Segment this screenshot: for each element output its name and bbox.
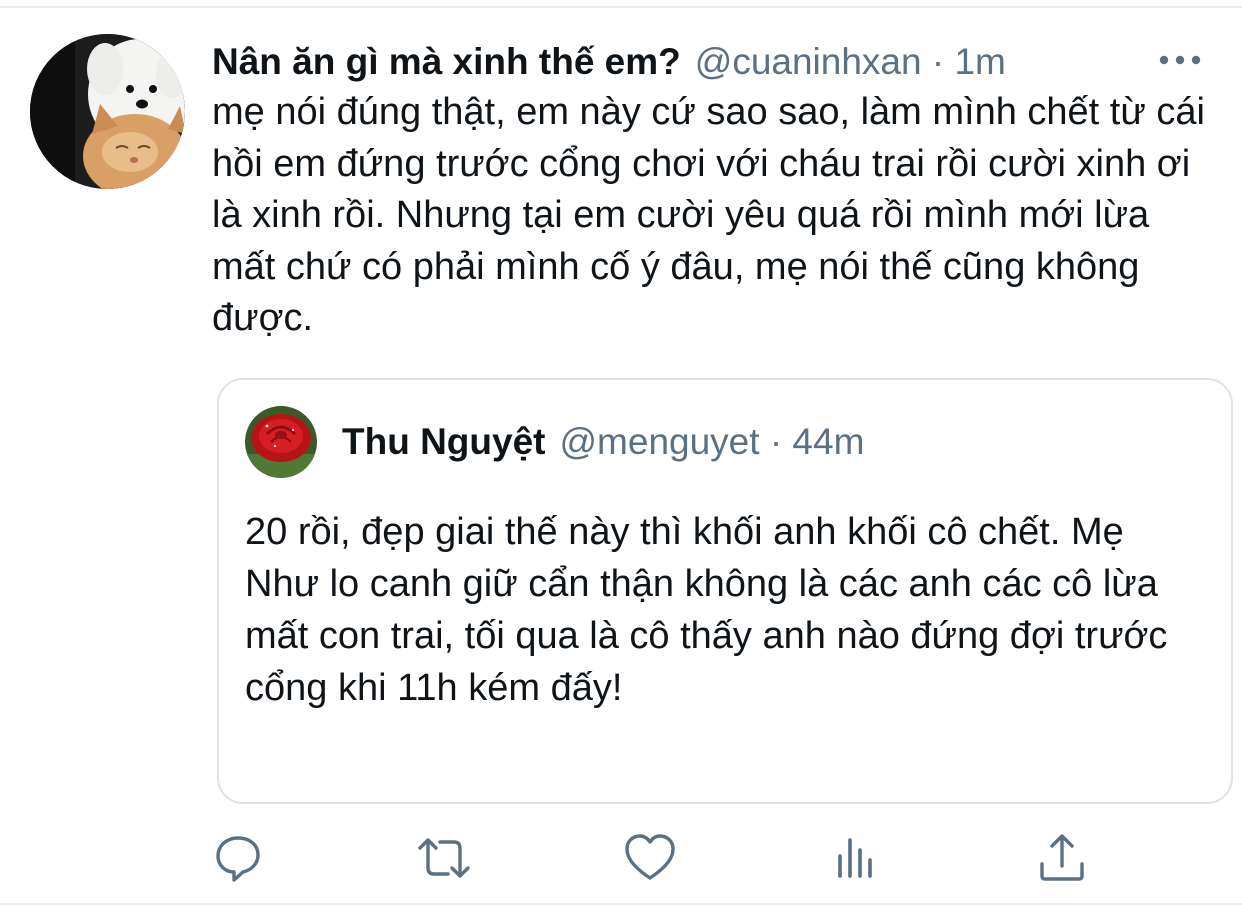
rose-image <box>245 406 317 478</box>
author-display-name[interactable]: Nân ăn gì mà xinh thế em? <box>212 41 681 83</box>
author-avatar[interactable] <box>30 34 185 189</box>
share-icon[interactable] <box>1034 830 1090 886</box>
top-divider <box>0 6 1242 8</box>
quoted-tweet-header: Thu Nguyệt @menguyet · 44m <box>342 418 864 466</box>
avatar-image <box>30 34 185 189</box>
quoted-tweet-card[interactable]: Thu Nguyệt @menguyet · 44m 20 rồi, đẹp g… <box>217 378 1233 804</box>
analytics-icon[interactable] <box>828 830 884 886</box>
reply-icon[interactable] <box>210 830 266 886</box>
quoted-author-display-name[interactable]: Thu Nguyệt <box>342 421 545 463</box>
author-handle-and-time[interactable]: @cuaninhxan · 1m <box>695 41 1006 83</box>
heart-icon[interactable] <box>622 830 678 886</box>
tweet-action-bar <box>0 830 1242 886</box>
tweet-header: Nân ăn gì mà xinh thế em? @cuaninhxan · … <box>212 38 1222 86</box>
more-horizontal-icon[interactable] <box>1158 52 1202 68</box>
bottom-divider <box>0 903 1242 905</box>
quoted-tweet-text: 20 rồi, đẹp giai thế này thì khối anh kh… <box>245 511 1168 709</box>
tweet-text: mẹ nói đúng thật, em này cứ sao sao, làm… <box>212 91 1205 339</box>
retweet-icon[interactable] <box>416 830 472 886</box>
quoted-author-avatar <box>245 406 317 478</box>
quoted-author-handle-and-time[interactable]: @menguyet · 44m <box>559 421 864 463</box>
